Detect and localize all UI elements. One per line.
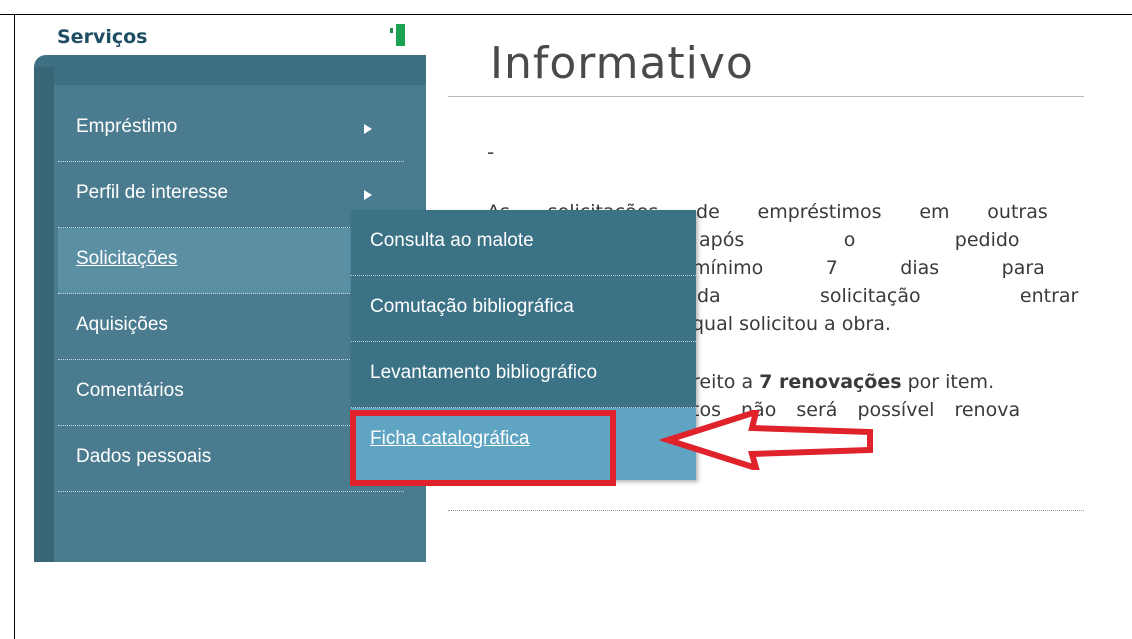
sidebar-edge [34, 67, 54, 562]
collapse-sidebar-icon[interactable] [390, 22, 414, 50]
text-run: reito a [692, 371, 760, 393]
submenu-item-levantamento-bibliografico[interactable]: Levantamento bibliográfico [351, 342, 696, 408]
submenu-item-consulta-ao-malote[interactable]: Consulta ao malote [351, 210, 696, 276]
sidebar-item-label: Perfil de interesse [76, 182, 229, 203]
page-title: Informativo [490, 38, 754, 89]
sidebar-item-label: Comentários [76, 380, 184, 401]
content-dash: - [487, 140, 495, 164]
services-title: Serviços [57, 26, 148, 48]
submenu-item-ficha-catalografica[interactable]: Ficha catalográfica [351, 408, 696, 480]
frame-top-border [0, 14, 1132, 15]
paragraph-line: reito a 7 renovações por item. [692, 368, 1132, 396]
solicitacoes-submenu: Consulta ao malote Comutação bibliográfi… [351, 210, 696, 480]
title-divider [448, 96, 1084, 97]
submenu-arrow-icon [364, 124, 372, 134]
frame-left-border [14, 14, 15, 639]
bold-text: 7 renovações [759, 371, 902, 393]
submenu-item-label: Levantamento bibliográfico [370, 362, 598, 383]
sidebar-item-label: Aquisições [76, 314, 168, 335]
text-run: por item. [901, 371, 995, 393]
red-arrow-icon [660, 410, 873, 470]
sidebar-item-emprestimo[interactable]: Empréstimo [58, 96, 404, 162]
submenu-item-label: Comutação bibliográfica [370, 296, 574, 317]
sidebar-item-label: Solicitações [76, 248, 178, 269]
sidebar-item-label: Dados pessoais [76, 446, 212, 467]
content-bottom-divider [448, 510, 1084, 511]
submenu-arrow-icon [364, 190, 372, 200]
submenu-item-comutacao-bibliografica[interactable]: Comutação bibliográfica [351, 276, 696, 342]
sidebar-item-label: Empréstimo [76, 116, 178, 137]
submenu-item-label: Ficha catalográfica [370, 428, 530, 449]
submenu-item-label: Consulta ao malote [370, 230, 534, 251]
